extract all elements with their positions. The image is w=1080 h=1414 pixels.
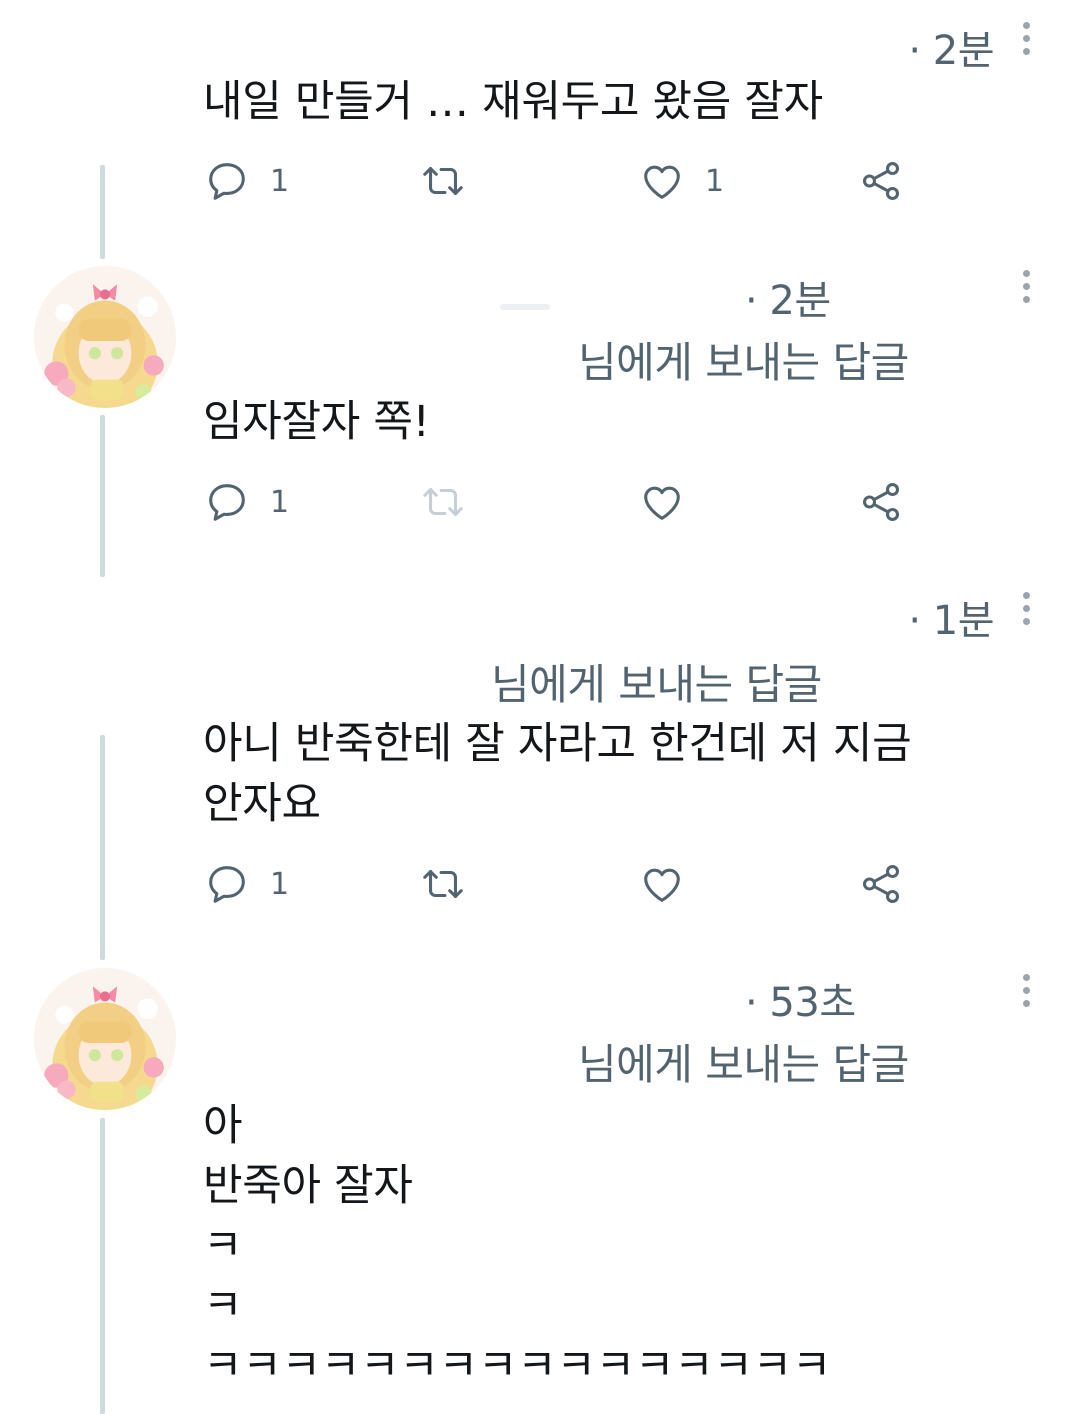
share-icon [858, 158, 904, 204]
like-button[interactable]: 1 [639, 158, 724, 204]
thread-line [100, 1118, 105, 1414]
replying-to-label: 님에게 보내는 답글 [491, 660, 822, 709]
heart-icon [639, 158, 685, 204]
like-button[interactable] [639, 479, 685, 525]
reply-count: 1 [270, 866, 290, 902]
more-options-button[interactable] [1023, 974, 1031, 1013]
avatar[interactable] [34, 266, 176, 408]
reply-icon [204, 479, 250, 525]
share-icon [858, 479, 904, 525]
more-vertical-icon [1023, 270, 1031, 303]
share-button[interactable] [858, 479, 904, 525]
more-options-button[interactable] [1023, 592, 1031, 631]
reply-count: 1 [270, 484, 290, 520]
more-vertical-icon [1023, 22, 1031, 55]
share-button[interactable] [858, 861, 904, 907]
retweet-icon [420, 861, 466, 907]
more-options-button[interactable] [1023, 270, 1031, 309]
retweet-icon [420, 479, 466, 525]
tweet-timestamp[interactable]: · 2분 [908, 18, 994, 76]
tweet-text: 아니 반죽한테 잘 자라고 한건데 저 지금 안자요 [203, 719, 912, 829]
reply-icon [204, 861, 250, 907]
like-count: 1 [705, 163, 725, 199]
like-button[interactable] [639, 861, 685, 907]
reply-icon [204, 158, 250, 204]
tweet-text: 임자잘자 쪽! [203, 397, 430, 447]
thread-line [100, 735, 105, 960]
retweet-button[interactable] [420, 479, 466, 525]
reply-button[interactable]: 1 [204, 479, 289, 525]
thread-line [100, 165, 105, 259]
redacted-username [500, 304, 550, 310]
retweet-button[interactable] [420, 158, 466, 204]
tweet-text: 아 반죽아 잘자 ㅋ ㅋ ㅋㅋㅋㅋㅋㅋㅋㅋㅋㅋㅋㅋㅋㅋㅋㅋ [203, 1101, 832, 1391]
tweet-timestamp[interactable]: · 2분 [745, 268, 831, 326]
retweet-icon [420, 158, 466, 204]
reply-button[interactable]: 1 [204, 861, 289, 907]
tweet-text: 내일 만들거 … 재워두고 왔음 잘자 [203, 77, 823, 127]
reply-count: 1 [270, 163, 290, 199]
more-vertical-icon [1023, 974, 1031, 1007]
more-vertical-icon [1023, 592, 1031, 625]
avatar-image [34, 266, 176, 408]
more-options-button[interactable] [1023, 22, 1031, 61]
avatar[interactable] [34, 968, 176, 1110]
retweet-button[interactable] [420, 861, 466, 907]
reply-button[interactable]: 1 [204, 158, 289, 204]
replying-to-label: 님에게 보내는 답글 [578, 338, 909, 387]
heart-icon [639, 479, 685, 525]
tweet-timestamp[interactable]: · 1분 [908, 588, 994, 646]
avatar-image [34, 968, 176, 1110]
tweet-timestamp[interactable]: · 53초 [745, 970, 856, 1028]
heart-icon [639, 861, 685, 907]
thread-line [100, 415, 105, 577]
share-button[interactable] [858, 158, 904, 204]
replying-to-label: 님에게 보내는 답글 [578, 1040, 909, 1089]
share-icon [858, 861, 904, 907]
